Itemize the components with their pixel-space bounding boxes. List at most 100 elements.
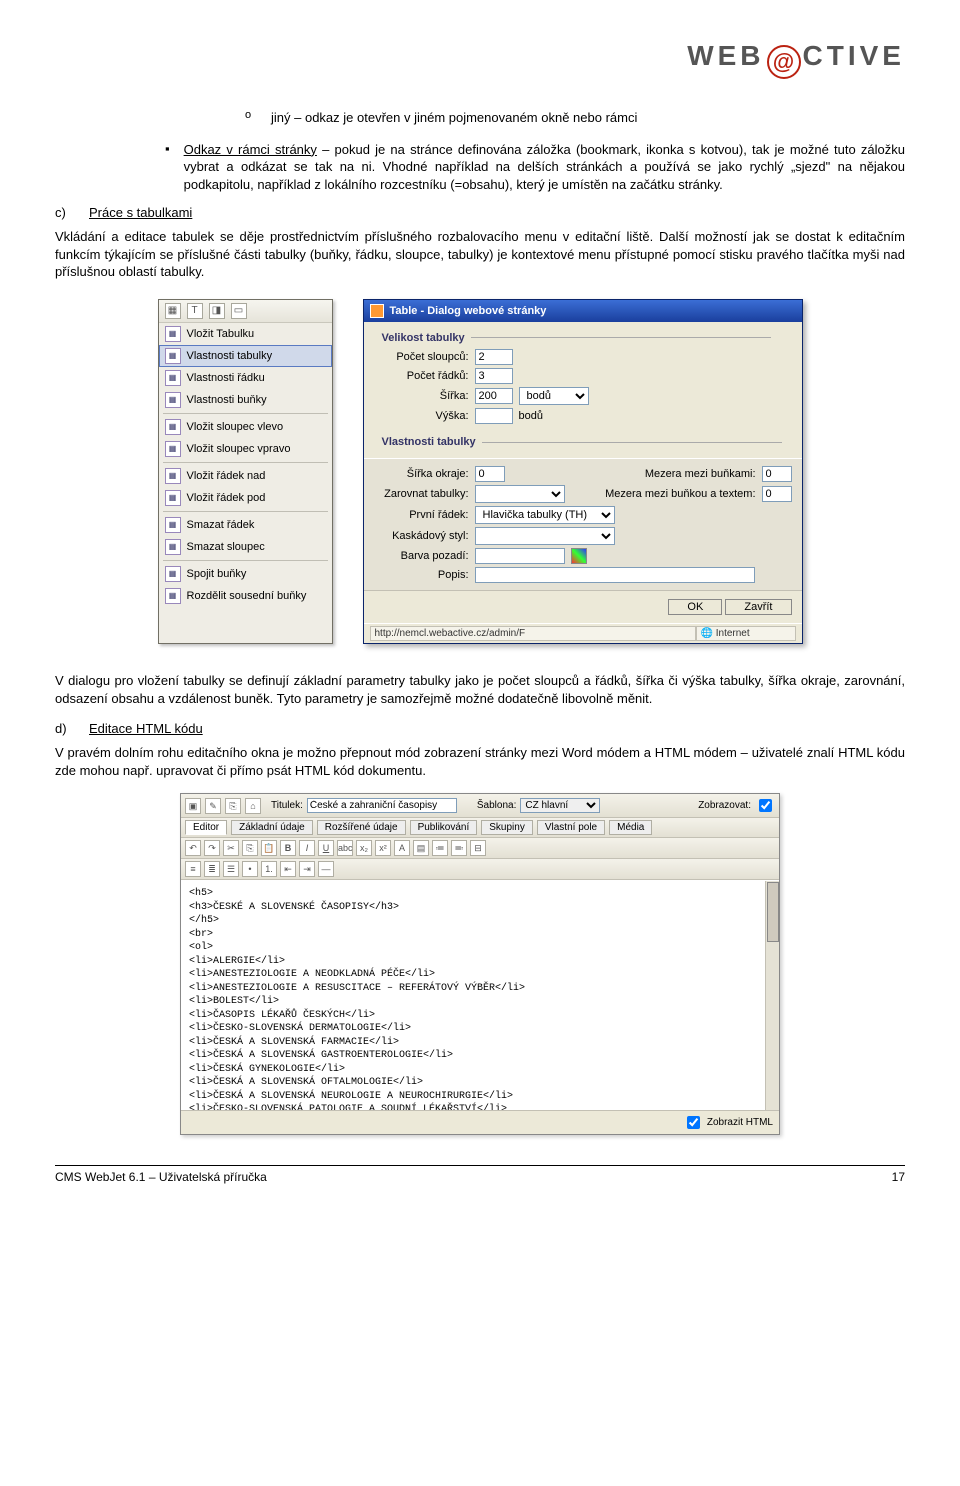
select-firstrow[interactable]: Hlavička tabulky (TH) xyxy=(475,506,615,524)
input-cellgap[interactable] xyxy=(762,466,792,482)
editor-tab[interactable]: Vlastní pole xyxy=(537,820,605,835)
fmt-icon[interactable]: ⇥ xyxy=(299,861,315,877)
code-line: <ol> xyxy=(189,941,771,955)
code-line: <h3>ČESKÉ A SLOVENSKÉ ČASOPISY</h3> xyxy=(189,901,771,915)
ctx-item-icon: ▦ xyxy=(165,419,181,435)
ctx-item-label: Rozdělit sousední buňky xyxy=(187,590,307,602)
cb-html[interactable] xyxy=(687,1116,700,1129)
unit-height: bodů xyxy=(519,410,543,422)
input-width[interactable] xyxy=(475,388,513,404)
input-height[interactable] xyxy=(475,408,513,424)
fmt-icon[interactable]: ⇤ xyxy=(280,861,296,877)
ctx-item-icon: ▦ xyxy=(165,588,181,604)
ctx-item-label: Vložit řádek pod xyxy=(187,492,266,504)
bullet-odkaz-ramci: Odkaz v rámci stránky Odkaz v rámci strá… xyxy=(184,141,905,194)
fmt-icon[interactable]: ⊟ xyxy=(470,840,486,856)
fmt-icon[interactable]: ≕ xyxy=(451,840,467,856)
editor-tab[interactable]: Média xyxy=(609,820,652,835)
section-c-para: Vkládání a editace tabulek se děje prost… xyxy=(55,228,905,281)
input-cellpad[interactable] xyxy=(762,486,792,502)
fmt-icon[interactable]: ✂ xyxy=(223,840,239,856)
input-desc[interactable] xyxy=(475,567,755,583)
fmt-icon[interactable]: ― xyxy=(318,861,334,877)
fmt-icon[interactable]: ↷ xyxy=(204,840,220,856)
ok-button[interactable]: OK xyxy=(668,599,722,615)
ctx-item[interactable]: ▦Vložit řádek nad xyxy=(159,465,332,487)
fmt-icon[interactable]: ☰ xyxy=(223,861,239,877)
ctx-item[interactable]: ▦Smazat řádek xyxy=(159,514,332,536)
ctx-item[interactable]: ▦Vložit Tabulku xyxy=(159,323,332,345)
fmt-icon[interactable]: ↶ xyxy=(185,840,201,856)
ctx-item[interactable]: ▦ Vložit řádek pod xyxy=(159,487,332,509)
ctx-icon[interactable]: T xyxy=(187,303,203,319)
input-border[interactable] xyxy=(475,466,505,482)
ctx-item-icon: ▦ xyxy=(165,490,181,506)
fmt-icon[interactable]: ≣ xyxy=(204,861,220,877)
code-area[interactable]: <h5><h3>ČESKÉ A SLOVENSKÉ ČASOPISY</h3><… xyxy=(181,880,779,1110)
editor-tab[interactable]: Základní údaje xyxy=(231,820,313,835)
ctx-item[interactable]: ▦ Rozdělit sousední buňky xyxy=(159,585,332,607)
toolbar-icon[interactable]: ✎ xyxy=(205,798,221,814)
show-html-checkbox[interactable]: Zobrazit HTML xyxy=(683,1113,773,1132)
ctx-item-icon: ▦ xyxy=(165,539,181,555)
fmt-icon[interactable]: ≡ xyxy=(185,861,201,877)
select-align[interactable] xyxy=(475,485,565,503)
group-size: Velikost tabulky xyxy=(374,326,792,346)
input-bgcolor[interactable] xyxy=(475,548,565,564)
select-width-unit[interactable]: bodů xyxy=(519,387,589,405)
ctx-item[interactable]: ▦Vložit sloupec vlevo xyxy=(159,416,332,438)
editor-tab[interactable]: Skupiny xyxy=(481,820,533,835)
select-template[interactable]: CZ hlavní xyxy=(520,798,600,813)
ctx-item[interactable]: ▦Vlastnosti buňky xyxy=(159,389,332,411)
cb-show[interactable] xyxy=(759,799,772,812)
toolbar-icon[interactable]: ⎘ xyxy=(225,798,241,814)
select-cascade[interactable] xyxy=(475,527,615,545)
lbl-cellpad: Mezera mezi buňkou a textem: xyxy=(605,488,755,500)
fmt-icon[interactable]: ≔ xyxy=(432,840,448,856)
ctx-item-label: Vložit Tabulku xyxy=(187,328,255,340)
fmt-icon[interactable]: 📋 xyxy=(261,840,277,856)
lbl-show: Zobrazovat: xyxy=(698,800,751,811)
input-title[interactable] xyxy=(307,798,457,813)
code-line: <br> xyxy=(189,928,771,942)
ctx-icon[interactable]: ◨ xyxy=(209,303,225,319)
lbl-cols: Počet sloupců: xyxy=(374,351,469,363)
toolbar-icon[interactable]: ▣ xyxy=(185,798,201,814)
lbl-title: Titulek: xyxy=(271,800,303,811)
fmt-icon[interactable]: B xyxy=(280,840,296,856)
fmt-icon[interactable]: 1. xyxy=(261,861,277,877)
fmt-icon[interactable]: x₂ xyxy=(356,840,372,856)
fmt-icon[interactable]: ▤ xyxy=(413,840,429,856)
fmt-icon[interactable]: U xyxy=(318,840,334,856)
editor-tab[interactable]: Rozšířené údaje xyxy=(317,820,406,835)
lbl-width: Šířka: xyxy=(374,390,469,402)
input-cols[interactable] xyxy=(475,349,513,365)
fmt-icon[interactable]: • xyxy=(242,861,258,877)
bullet-jiny: jiný – odkaz je otevřen v jiném pojmenov… xyxy=(271,109,637,127)
bullet-o-icon: o xyxy=(245,109,257,121)
dialog-titlebar: Table - Dialog webové stránky xyxy=(364,300,802,322)
fmt-icon[interactable]: A xyxy=(394,840,410,856)
toolbar-icon[interactable]: ⌂ xyxy=(245,798,261,814)
ctx-icon[interactable]: ▦ xyxy=(165,303,181,319)
ctx-item[interactable]: ▦Vlastnosti tabulky xyxy=(159,345,332,367)
code-line: <li>ČESKO-SLOVENSKÁ DERMATOLOGIE</li> xyxy=(189,1022,771,1036)
ctx-item[interactable]: ▦Spojit buňky xyxy=(159,563,332,585)
fmt-icon[interactable]: x² xyxy=(375,840,391,856)
close-button[interactable]: Zavřít xyxy=(725,599,791,615)
colorpick-icon[interactable] xyxy=(571,548,587,564)
fmt-icon[interactable]: I xyxy=(299,840,315,856)
code-line: <li>ČESKÁ A SLOVENSKÁ NEUROLOGIE A NEURO… xyxy=(189,1090,771,1104)
editor-tab[interactable]: Editor xyxy=(185,820,227,835)
editor-tab[interactable]: Publikování xyxy=(410,820,478,835)
ctx-item[interactable]: ▦Smazat sloupec xyxy=(159,536,332,558)
scrollbar[interactable] xyxy=(765,881,779,1110)
fmt-icon[interactable]: ⎘ xyxy=(242,840,258,856)
code-line: <li>ANESTEZIOLOGIE A RESUSCITACE – REFER… xyxy=(189,982,771,996)
ctx-item-icon: ▦ xyxy=(165,441,181,457)
ctx-icon[interactable]: ▭ xyxy=(231,303,247,319)
fmt-icon[interactable]: abc xyxy=(337,840,353,856)
ctx-item[interactable]: ▦Vlastnosti řádku xyxy=(159,367,332,389)
ctx-item[interactable]: ▦Vložit sloupec vpravo xyxy=(159,438,332,460)
input-rows[interactable] xyxy=(475,368,513,384)
